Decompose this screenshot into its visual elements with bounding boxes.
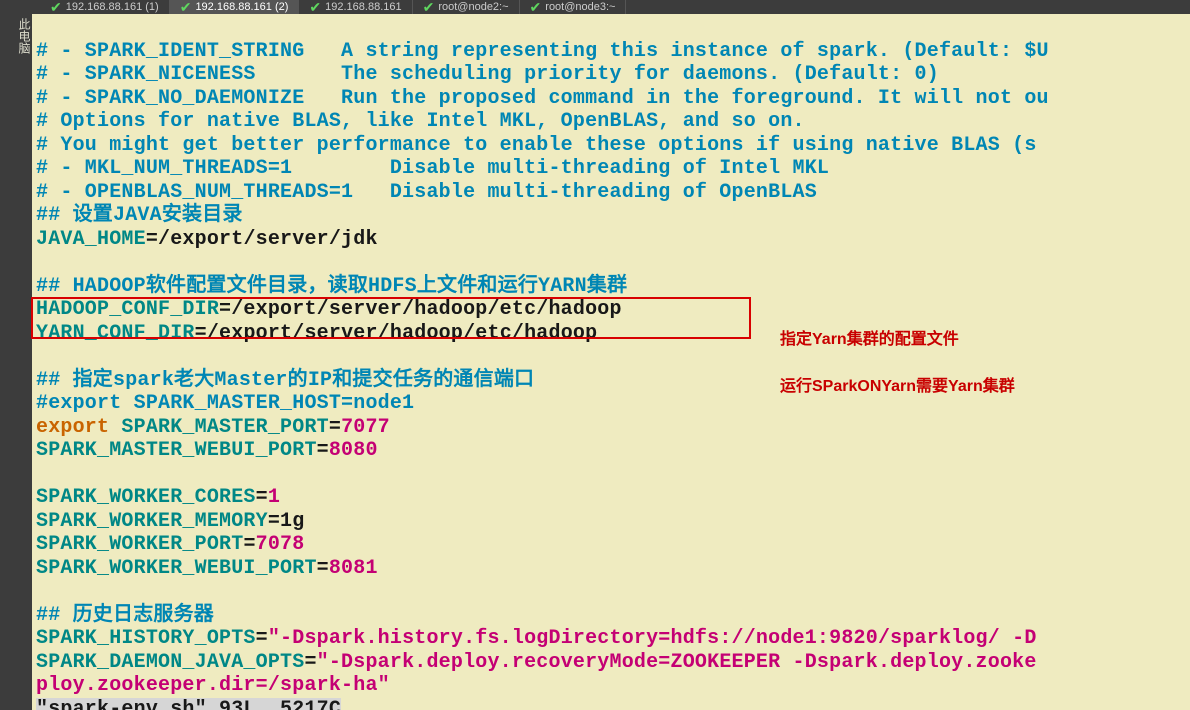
equals-sign: =	[317, 439, 329, 462]
comment-line: # You might get better performance to en…	[36, 134, 1037, 157]
editor-viewport[interactable]: # - SPARK_IDENT_STRING A string represen…	[32, 14, 1190, 710]
env-var-name: SPARK_WORKER_CORES	[36, 486, 256, 509]
export-keyword: export	[36, 416, 109, 439]
equals-sign: =	[329, 416, 341, 439]
status-dot-icon: ✔	[50, 0, 62, 14]
env-var-name: SPARK_WORKER_WEBUI_PORT	[36, 557, 317, 580]
env-var-name: HADOOP_CONF_DIR	[36, 298, 219, 321]
env-var-name: YARN_CONF_DIR	[36, 322, 195, 345]
equals-sign: =	[146, 228, 158, 251]
env-var-name: SPARK_MASTER_WEBUI_PORT	[36, 439, 317, 462]
env-var-value-cont: ploy.zookeeper.dir=/spark-ha"	[36, 674, 390, 697]
env-var-value: /export/server/hadoop/etc/hadoop	[231, 298, 621, 321]
comment-line: # - SPARK_IDENT_STRING A string represen…	[36, 40, 1049, 63]
env-var-value: 8080	[329, 439, 378, 462]
equals-sign: =	[256, 627, 268, 650]
equals-sign: =	[243, 533, 255, 556]
comment-line: # - SPARK_NICENESS The scheduling priori…	[36, 63, 939, 86]
env-var-name: SPARK_WORKER_MEMORY	[36, 510, 268, 533]
env-var-name: SPARK_WORKER_PORT	[36, 533, 243, 556]
equals-sign: =	[195, 322, 207, 345]
tab-1[interactable]: ✔192.168.88.161 (1)	[40, 0, 170, 14]
tab-3[interactable]: ✔192.168.88.161	[299, 0, 412, 14]
comment-line: # - SPARK_NO_DAEMONIZE Run the proposed …	[36, 87, 1049, 110]
equals-sign: =	[268, 510, 280, 533]
equals-sign: =	[304, 651, 316, 674]
sidebar[interactable]: 此电脑	[0, 14, 32, 710]
tab-5[interactable]: ✔root@node3:~	[520, 0, 627, 14]
equals-sign: =	[317, 557, 329, 580]
comment-heading: ## 指定spark老大Master的IP和提交任务的通信端口	[36, 369, 534, 392]
status-dot-icon: ✔	[309, 0, 321, 14]
comment-line: #export SPARK_MASTER_HOST=node1	[36, 392, 414, 415]
annotation-1: 指定Yarn集群的配置文件	[780, 325, 959, 349]
env-var-value: /export/server/jdk	[158, 228, 378, 251]
comment-heading: ## 历史日志服务器	[36, 604, 214, 627]
env-var-name: SPARK_DAEMON_JAVA_OPTS	[36, 651, 304, 674]
env-var-value: 7077	[341, 416, 390, 439]
env-var-value: 1	[268, 486, 280, 509]
status-dot-icon: ✔	[423, 0, 435, 14]
env-var-value: 7078	[256, 533, 305, 556]
comment-heading: ## HADOOP软件配置文件目录，读取HDFS上文件和运行YARN集群	[36, 275, 627, 298]
status-dot-icon: ✔	[530, 0, 542, 14]
tab-4[interactable]: ✔root@node2:~	[413, 0, 520, 14]
env-var-value: 8081	[329, 557, 378, 580]
comment-line: # Options for native BLAS, like Intel MK…	[36, 110, 805, 133]
tab-bar: ✔192.168.88.161 (1) ✔192.168.88.161 (2) …	[0, 0, 1190, 14]
comment-line: # - MKL_NUM_THREADS=1 Disable multi-thre…	[36, 157, 829, 180]
equals-sign: =	[219, 298, 231, 321]
comment-heading: ## 设置JAVA安装目录	[36, 204, 243, 227]
env-var-value: 1g	[280, 510, 304, 533]
status-dot-icon: ✔	[180, 0, 192, 14]
env-var-value: "-Dspark.history.fs.logDirectory=hdfs://…	[268, 627, 1037, 650]
comment-line: # - OPENBLAS_NUM_THREADS=1 Disable multi…	[36, 181, 817, 204]
env-var-value: /export/server/hadoop/etc/hadoop	[207, 322, 597, 345]
env-var-name: SPARK_HISTORY_OPTS	[36, 627, 256, 650]
sidebar-label: 此电脑	[16, 18, 30, 54]
tab-2[interactable]: ✔192.168.88.161 (2)	[170, 0, 300, 14]
env-var-value: "-Dspark.deploy.recoveryMode=ZOOKEEPER -…	[317, 651, 1037, 674]
env-var-name: SPARK_MASTER_PORT	[109, 416, 329, 439]
env-var-name: JAVA_HOME	[36, 228, 146, 251]
equals-sign: =	[256, 486, 268, 509]
annotation-2: 运行SParkONYarn需要Yarn集群	[780, 372, 1015, 396]
vim-status-line: "spark-env.sh" 93L, 5217C	[36, 698, 341, 710]
